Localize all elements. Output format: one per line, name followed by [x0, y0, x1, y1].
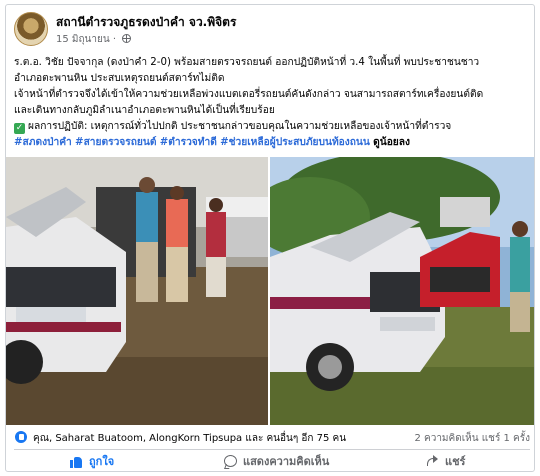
page-name[interactable]: สถานีตำรวจภูธรดงป่าคำ จว.พิจิตร: [56, 13, 236, 32]
globe-icon: [122, 34, 132, 43]
hashtag-line: #สภดงป่าคำ #สายตรวจรถยนต์ #ตำรวจทำดี #ช่…: [14, 135, 528, 151]
thumbs-up-icon: [70, 455, 83, 468]
body-line: อำเภอตะพานหิน ประสบเหตุรถยนต์สตาร์ทไม่ติ…: [14, 73, 225, 84]
share-button[interactable]: แชร์: [426, 451, 465, 471]
see-less-link[interactable]: ดูน้อยลง: [373, 137, 410, 148]
body-line: ร.ต.อ. วิชัย ปัจจากุล (ดงป่าคำ 2-0) พร้อ…: [14, 57, 480, 68]
hashtag-link[interactable]: #สภดงป่าคำ: [14, 137, 72, 148]
page-avatar[interactable]: [14, 12, 48, 46]
reaction-names[interactable]: คุณ, Saharat Buatoom, AlongKorn Tipsupa …: [33, 431, 346, 446]
post-photo-1[interactable]: [6, 157, 268, 425]
like-button[interactable]: ถูกใจ: [70, 451, 114, 471]
divider: [14, 449, 530, 450]
body-line: เจ้าหน้าที่ตำรวจจึงได้เข้าให้ความช่วยเหล…: [14, 89, 484, 100]
comment-share-count[interactable]: 2 ความคิดเห็น แชร์ 1 ครั้ง: [414, 431, 530, 446]
result-line: ✓ ผลการปฏิบัติ: เหตุการณ์ทั่วไปปกติ ประชา…: [14, 119, 528, 135]
share-label: แชร์: [445, 455, 466, 468]
check-icon: ✓: [14, 123, 25, 134]
post-meta: 15 มิถุนายน ·: [56, 32, 132, 47]
post-card: สถานีตำรวจภูธรดงป่าคำ จว.พิจิตร 15 มิถุน…: [5, 4, 535, 472]
comment-label: แสดงความคิดเห็น: [243, 455, 330, 468]
comment-button[interactable]: แสดงความคิดเห็น: [224, 451, 329, 471]
post-date[interactable]: 15 มิถุนายน: [56, 34, 110, 45]
comment-icon: [224, 455, 237, 467]
post-header: สถานีตำรวจภูธรดงป่าคำ จว.พิจิตร 15 มิถุน…: [14, 12, 514, 48]
hashtag-link[interactable]: #สายตรวจรถยนต์: [75, 137, 156, 148]
share-icon: [426, 454, 439, 468]
result-text: ผลการปฏิบัติ: เหตุการณ์ทั่วไปปกติ ประชาช…: [28, 121, 452, 132]
hashtag-link[interactable]: #ตำรวจทำดี: [160, 137, 217, 148]
action-row: ถูกใจ แสดงความคิดเห็น แชร์: [14, 451, 530, 471]
reactions-bar: คุณ, Saharat Buatoom, AlongKorn Tipsupa …: [14, 429, 530, 447]
like-reaction-icon[interactable]: [14, 430, 28, 444]
post-photo-2[interactable]: [270, 157, 534, 425]
like-label: ถูกใจ: [89, 455, 115, 468]
post-body: ร.ต.อ. วิชัย ปัจจากุล (ดงป่าคำ 2-0) พร้อ…: [14, 55, 528, 151]
body-line: และเดินทางกลับภูมิลำเนาอำเภอตะพานหินได้เ…: [14, 105, 275, 116]
hashtag-link[interactable]: #ช่วยเหลือผู้ประสบภัยบนท้องถนน: [220, 137, 370, 148]
